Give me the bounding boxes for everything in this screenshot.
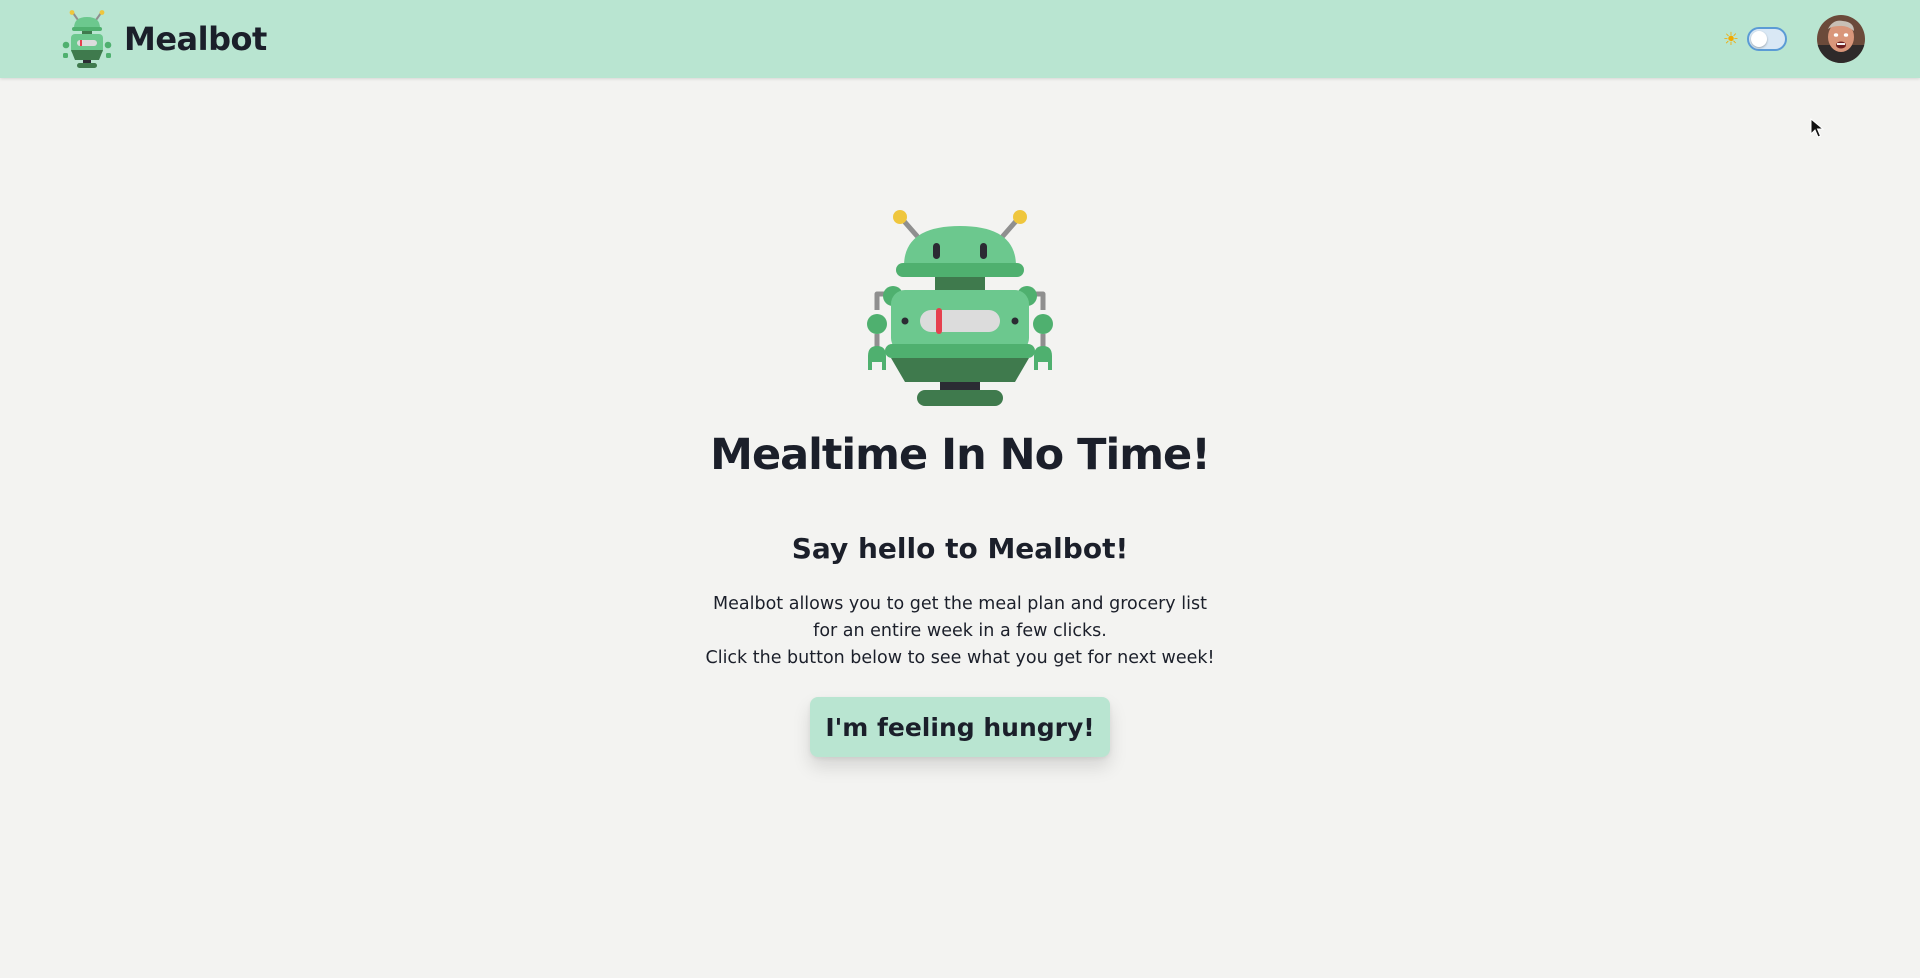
description-line: Click the button below to see what you g…	[705, 648, 1215, 668]
description-line: Mealbot allows you to get the meal plan …	[713, 594, 1207, 614]
navbar: Mealbot ☀	[0, 0, 1920, 78]
theme-toggle-knob	[1751, 31, 1767, 47]
theme-toggle[interactable]	[1747, 27, 1787, 51]
brand-name: Mealbot	[124, 20, 267, 58]
page-subtitle: Say hello to Mealbot!	[791, 532, 1129, 565]
robot-illustration	[867, 210, 1053, 406]
description-line: for an entire week in a few clicks.	[813, 621, 1107, 641]
brand-home-link[interactable]: Mealbot	[56, 9, 267, 69]
hero-section: Mealtime In No Time! Say hello to Mealbo…	[0, 78, 1920, 978]
robot-logo-icon	[62, 10, 112, 68]
feeling-hungry-button[interactable]: I'm feeling hungry!	[810, 697, 1110, 757]
sun-icon: ☀	[1722, 29, 1739, 49]
page-headline: Mealtime In No Time!	[710, 430, 1211, 480]
navbar-actions: ☀	[1723, 15, 1865, 63]
description: Mealbot allows you to get the meal plan …	[705, 591, 1214, 672]
user-avatar[interactable]	[1817, 15, 1865, 63]
mouse-cursor-icon	[1810, 118, 1824, 138]
